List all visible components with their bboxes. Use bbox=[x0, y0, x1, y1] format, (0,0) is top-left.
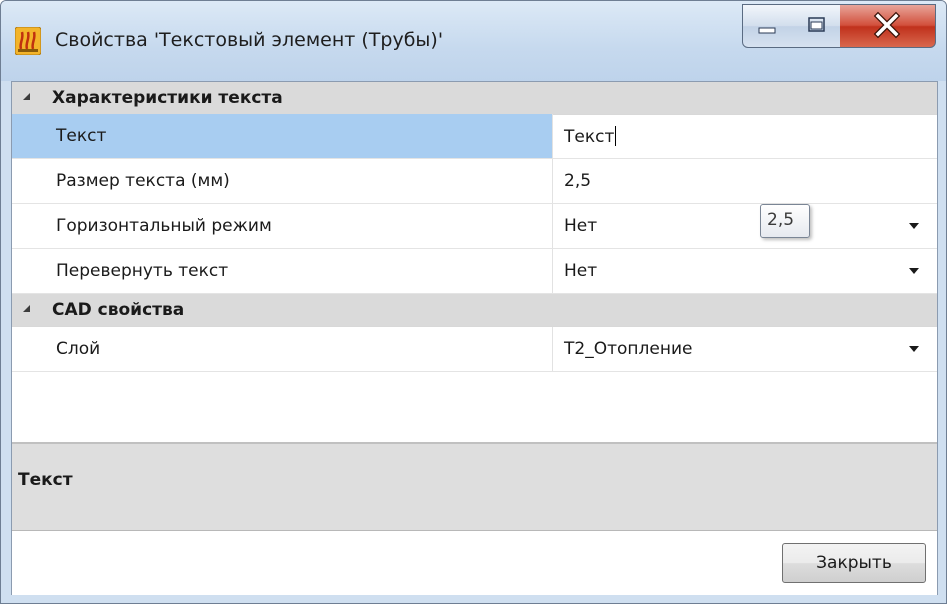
dialog-client-area: Характеристики текста Текст Текст Размер… bbox=[11, 81, 938, 595]
category-label: Характеристики текста bbox=[52, 88, 283, 108]
chevron-down-icon[interactable] bbox=[909, 268, 919, 274]
close-icon bbox=[873, 11, 901, 39]
minimize-icon bbox=[758, 27, 776, 34]
title-bar[interactable]: Свойства 'Текстовый элемент (Трубы)' bbox=[1, 1, 946, 81]
text-caret bbox=[615, 126, 617, 146]
value-tooltip: 2,5 bbox=[760, 204, 810, 238]
layer-select[interactable]: Т2_Отопление bbox=[564, 339, 692, 359]
text-value-input[interactable]: Текст bbox=[564, 126, 617, 147]
property-row-text[interactable]: Текст Текст bbox=[12, 114, 937, 159]
column-separator bbox=[552, 159, 553, 203]
chevron-down-icon[interactable] bbox=[909, 223, 919, 229]
category-text-characteristics[interactable]: Характеристики текста bbox=[12, 82, 937, 115]
category-label: CAD свойства bbox=[52, 300, 185, 320]
horizontal-mode-select[interactable]: Нет bbox=[564, 216, 597, 236]
property-grid: Характеристики текста Текст Текст Размер… bbox=[12, 82, 937, 442]
property-row-text-size[interactable]: Размер текста (мм) 2,5 bbox=[12, 159, 937, 204]
window-title: Свойства 'Текстовый элемент (Трубы)' bbox=[55, 29, 444, 51]
column-separator bbox=[552, 327, 553, 371]
column-separator bbox=[552, 249, 553, 293]
tooltip-text: 2,5 bbox=[767, 210, 795, 230]
app-logo-icon bbox=[15, 27, 41, 55]
close-button[interactable]: Закрыть bbox=[782, 543, 926, 583]
property-name: Размер текста (мм) bbox=[56, 171, 230, 191]
column-separator bbox=[552, 114, 553, 158]
minimize-button[interactable] bbox=[742, 4, 794, 48]
description-title: Текст bbox=[18, 470, 73, 490]
property-name: Перевернуть текст bbox=[56, 261, 229, 281]
property-name-cell[interactable]: Перевернуть текст bbox=[12, 249, 552, 293]
close-window-button[interactable] bbox=[840, 4, 936, 48]
property-row-flip-text[interactable]: Перевернуть текст Нет bbox=[12, 249, 937, 294]
text-size-value[interactable]: 2,5 bbox=[564, 171, 591, 191]
maximize-icon bbox=[808, 17, 825, 32]
property-name-cell[interactable]: Слой bbox=[12, 327, 552, 371]
property-name-cell[interactable]: Размер текста (мм) bbox=[12, 159, 552, 203]
property-name: Горизонтальный режим bbox=[56, 216, 272, 236]
column-separator bbox=[552, 204, 553, 248]
collapse-triangle-icon[interactable] bbox=[22, 92, 32, 102]
property-name: Слой bbox=[56, 339, 101, 359]
property-name-cell[interactable]: Горизонтальный режим bbox=[12, 204, 552, 248]
collapse-triangle-icon[interactable] bbox=[22, 304, 32, 314]
properties-dialog: Свойства 'Текстовый элемент (Трубы)' Хар… bbox=[0, 0, 947, 604]
category-cad-properties[interactable]: CAD свойства bbox=[12, 294, 937, 327]
dialog-footer: Закрыть bbox=[12, 530, 937, 595]
property-name-cell[interactable]: Текст bbox=[12, 114, 552, 158]
maximize-button[interactable] bbox=[793, 4, 841, 48]
chevron-down-icon[interactable] bbox=[909, 346, 919, 352]
property-name: Текст bbox=[56, 126, 107, 146]
description-pane: Текст bbox=[12, 442, 937, 530]
flip-text-select[interactable]: Нет bbox=[564, 261, 597, 281]
property-row-layer[interactable]: Слой Т2_Отопление bbox=[12, 327, 937, 372]
